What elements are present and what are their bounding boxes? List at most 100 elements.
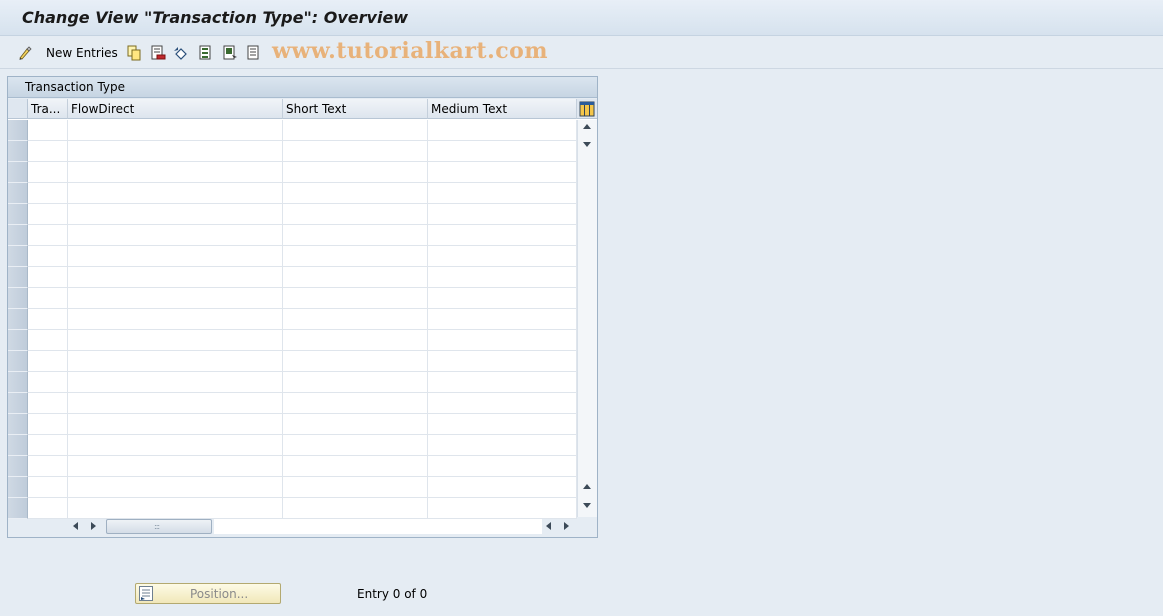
row-selector[interactable]	[8, 414, 28, 435]
table-cell[interactable]	[283, 288, 428, 309]
table-cell[interactable]	[428, 477, 577, 498]
table-cell[interactable]	[283, 204, 428, 225]
scroll-left-arrow-icon[interactable]	[73, 522, 78, 530]
scroll-far-right-arrow-icon[interactable]	[564, 522, 569, 530]
table-cell[interactable]	[428, 498, 577, 519]
table-cell[interactable]	[68, 183, 283, 204]
table-cell[interactable]	[283, 414, 428, 435]
table-cell[interactable]	[283, 120, 428, 141]
table-cell[interactable]	[68, 393, 283, 414]
scroll-page-down-arrow-icon[interactable]	[583, 503, 591, 508]
table-cell[interactable]	[283, 477, 428, 498]
column-settings-button[interactable]	[577, 99, 597, 119]
table-cell[interactable]	[68, 435, 283, 456]
table-cell[interactable]	[283, 435, 428, 456]
table-cell[interactable]	[428, 393, 577, 414]
horizontal-scroll-track[interactable]	[214, 519, 542, 534]
row-selector[interactable]	[8, 120, 28, 141]
table-cell[interactable]	[283, 309, 428, 330]
horizontal-scrollbar[interactable]: :::	[68, 518, 577, 535]
row-selector[interactable]	[8, 435, 28, 456]
table-cell[interactable]	[68, 456, 283, 477]
row-selector[interactable]	[8, 456, 28, 477]
table-cell[interactable]	[68, 498, 283, 519]
table-cell[interactable]	[28, 225, 68, 246]
new-entries-button[interactable]: New Entries	[40, 43, 118, 63]
table-cell[interactable]	[28, 372, 68, 393]
select-all-button[interactable]	[198, 43, 214, 63]
scroll-right-arrow-icon[interactable]	[91, 522, 96, 530]
row-selector[interactable]	[8, 141, 28, 162]
table-cell[interactable]	[428, 246, 577, 267]
row-selector[interactable]	[8, 498, 28, 519]
row-selector[interactable]	[8, 162, 28, 183]
table-cell[interactable]	[428, 351, 577, 372]
table-cell[interactable]	[428, 162, 577, 183]
table-cell[interactable]	[68, 246, 283, 267]
table-cell[interactable]	[68, 309, 283, 330]
copy-button[interactable]	[126, 43, 142, 63]
table-cell[interactable]	[68, 204, 283, 225]
table-cell[interactable]	[28, 120, 68, 141]
table-cell[interactable]	[68, 330, 283, 351]
table-cell[interactable]	[28, 498, 68, 519]
table-cell[interactable]	[68, 351, 283, 372]
scroll-up-arrow-icon[interactable]	[583, 124, 591, 129]
column-header-medium-text[interactable]: Medium Text	[428, 99, 577, 119]
table-cell[interactable]	[28, 267, 68, 288]
undo-button[interactable]	[173, 43, 189, 63]
table-cell[interactable]	[283, 456, 428, 477]
table-cell[interactable]	[283, 162, 428, 183]
table-cell[interactable]	[28, 309, 68, 330]
row-selector[interactable]	[8, 477, 28, 498]
position-button[interactable]: Position...	[135, 583, 281, 604]
table-cell[interactable]	[428, 204, 577, 225]
column-header-transaction-type[interactable]: Tra...	[28, 99, 68, 119]
table-cell[interactable]	[68, 141, 283, 162]
row-selector[interactable]	[8, 288, 28, 309]
row-selector[interactable]	[8, 372, 28, 393]
table-cell[interactable]	[283, 372, 428, 393]
row-selector[interactable]	[8, 267, 28, 288]
table-cell[interactable]	[283, 225, 428, 246]
table-cell[interactable]	[28, 183, 68, 204]
row-selector[interactable]	[8, 183, 28, 204]
table-cell[interactable]	[68, 477, 283, 498]
table-cell[interactable]	[68, 120, 283, 141]
table-cell[interactable]	[28, 477, 68, 498]
table-cell[interactable]	[68, 414, 283, 435]
table-cell[interactable]	[68, 288, 283, 309]
table-cell[interactable]	[428, 183, 577, 204]
table-cell[interactable]	[428, 372, 577, 393]
table-cell[interactable]	[428, 435, 577, 456]
table-cell[interactable]	[28, 141, 68, 162]
row-selector[interactable]	[8, 246, 28, 267]
table-cell[interactable]	[283, 246, 428, 267]
table-cell[interactable]	[283, 267, 428, 288]
display-change-button[interactable]	[18, 43, 34, 63]
table-cell[interactable]	[28, 162, 68, 183]
row-selector[interactable]	[8, 204, 28, 225]
table-cell[interactable]	[283, 183, 428, 204]
scroll-page-up-arrow-icon[interactable]	[583, 484, 591, 489]
table-cell[interactable]	[28, 435, 68, 456]
table-cell[interactable]	[283, 498, 428, 519]
table-cell[interactable]	[428, 288, 577, 309]
table-cell[interactable]	[28, 456, 68, 477]
table-cell[interactable]	[283, 141, 428, 162]
table-cell[interactable]	[28, 351, 68, 372]
table-cell[interactable]	[428, 225, 577, 246]
table-cell[interactable]	[28, 204, 68, 225]
scroll-down-arrow-icon[interactable]	[583, 142, 591, 147]
table-cell[interactable]	[28, 288, 68, 309]
row-selector[interactable]	[8, 225, 28, 246]
table-cell[interactable]	[428, 267, 577, 288]
row-selector[interactable]	[8, 351, 28, 372]
delete-button[interactable]	[150, 43, 166, 63]
table-cell[interactable]	[283, 330, 428, 351]
table-cell[interactable]	[68, 267, 283, 288]
horizontal-scroll-thumb[interactable]: :::	[106, 519, 212, 534]
column-header-short-text[interactable]: Short Text	[283, 99, 428, 119]
table-cell[interactable]	[28, 393, 68, 414]
row-selector[interactable]	[8, 330, 28, 351]
